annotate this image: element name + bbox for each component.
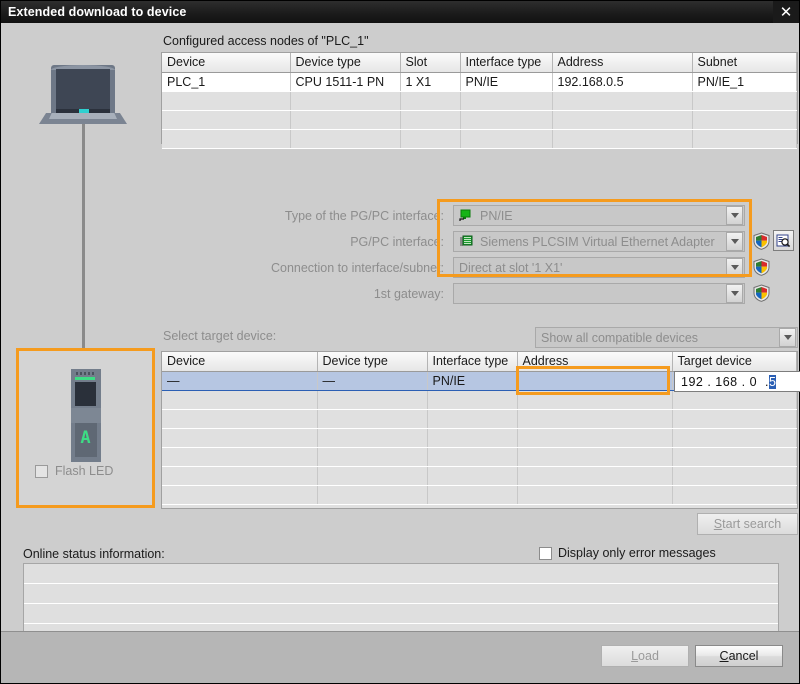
cell-device-type: CPU 1511-1 PN bbox=[290, 72, 400, 91]
column-header[interactable]: Device bbox=[162, 53, 290, 72]
cell-device: — bbox=[162, 371, 317, 390]
shield-icon bbox=[753, 284, 770, 302]
cell-subnet: PN/IE_1 bbox=[692, 72, 797, 91]
connection-cable bbox=[82, 124, 85, 366]
table-header-row: Device Device type Slot Interface type A… bbox=[162, 53, 797, 72]
status-message-row bbox=[24, 564, 778, 584]
table-row-empty bbox=[162, 409, 797, 428]
table-row[interactable]: PLC_1 CPU 1511-1 PN 1 X1 PN/IE 192.168.0… bbox=[162, 72, 797, 91]
dialog-footer: Load Cancel bbox=[1, 631, 799, 683]
pgpc-interface-combo[interactable]: Siemens PLCSIM Virtual Ethernet Adapter bbox=[453, 231, 745, 252]
column-header[interactable]: Device bbox=[162, 352, 317, 371]
select-target-device-caption: Select target device: bbox=[163, 329, 276, 343]
table-row-empty bbox=[162, 390, 797, 409]
target-device-panel: A Flash LED bbox=[16, 348, 155, 508]
connection-subnet-value: Direct at slot '1 X1' bbox=[454, 261, 726, 275]
flash-led-row[interactable]: Flash LED bbox=[35, 464, 113, 478]
table-row-empty bbox=[162, 91, 797, 110]
shield-icon bbox=[753, 258, 770, 276]
ip-octet-3[interactable]: 0 bbox=[750, 375, 757, 389]
display-only-errors-row[interactable]: Display only error messages bbox=[539, 546, 716, 560]
network-plug-icon bbox=[457, 209, 475, 222]
access-nodes-caption: Configured access nodes of "PLC_1" bbox=[163, 34, 369, 48]
load-button[interactable]: Load bbox=[601, 645, 689, 667]
ip-address-input[interactable]: 192 . 168 . 0 . 5 bbox=[674, 371, 800, 392]
flash-led-checkbox[interactable] bbox=[35, 465, 48, 478]
table-header-row: Device Device type Interface type Addres… bbox=[162, 352, 797, 371]
status-message-row bbox=[24, 584, 778, 604]
column-header[interactable]: Address bbox=[517, 352, 672, 371]
access-nodes-table: Device Device type Slot Interface type A… bbox=[161, 52, 798, 144]
close-icon[interactable]: ✕ bbox=[773, 1, 799, 23]
cancel-button[interactable]: Cancel bbox=[695, 645, 783, 667]
plc-module-icon: A bbox=[71, 369, 101, 462]
online-status-caption: Online status information: bbox=[23, 547, 165, 561]
dialog-body: A Flash LED Configured access nodes of "… bbox=[1, 23, 799, 631]
display-only-errors-checkbox[interactable] bbox=[539, 547, 552, 560]
column-header[interactable]: Slot bbox=[400, 53, 460, 72]
pgpc-interface-label: PG/PC interface: bbox=[156, 231, 444, 253]
table-row-empty bbox=[162, 466, 797, 485]
connection-subnet-combo[interactable]: Direct at slot '1 X1' bbox=[453, 257, 745, 278]
device-filter-combo[interactable]: Show all compatible devices bbox=[535, 327, 798, 348]
load-label: Load bbox=[631, 649, 659, 663]
type-pgpc-interface-value: PN/IE bbox=[475, 209, 726, 223]
ip-octet-4[interactable]: 5 bbox=[769, 375, 776, 389]
column-header[interactable]: Subnet bbox=[692, 53, 797, 72]
plc-display-digit: A bbox=[80, 427, 91, 449]
chevron-down-icon[interactable] bbox=[726, 284, 743, 303]
cancel-label: Cancel bbox=[720, 649, 759, 663]
cell-address: 192.168.0.5 bbox=[552, 72, 692, 91]
status-message-row bbox=[24, 604, 778, 624]
title-bar: Extended download to device ✕ bbox=[1, 1, 799, 23]
column-header[interactable]: Device type bbox=[290, 53, 400, 72]
table-row-empty bbox=[162, 485, 797, 504]
cell-device: PLC_1 bbox=[162, 72, 290, 91]
first-gateway-label: 1st gateway: bbox=[156, 283, 444, 305]
network-card-icon bbox=[457, 235, 475, 248]
chevron-down-icon[interactable] bbox=[726, 232, 743, 251]
column-header[interactable]: Device type bbox=[317, 352, 427, 371]
start-search-label: Start search bbox=[714, 517, 781, 531]
cell-device-type: — bbox=[317, 371, 427, 390]
cell-interface-type: PN/IE bbox=[460, 72, 552, 91]
shield-icon bbox=[753, 232, 770, 250]
chevron-down-icon[interactable] bbox=[726, 258, 743, 277]
search-properties-icon[interactable] bbox=[773, 230, 794, 251]
table-row-empty bbox=[162, 110, 797, 129]
table-row-empty bbox=[162, 447, 797, 466]
first-gateway-combo[interactable] bbox=[453, 283, 745, 304]
start-search-button[interactable]: Start search bbox=[697, 513, 798, 535]
cell-address[interactable] bbox=[517, 371, 672, 390]
cell-slot: 1 X1 bbox=[400, 72, 460, 91]
column-header[interactable]: Address bbox=[552, 53, 692, 72]
ip-octet-1[interactable]: 192 bbox=[681, 375, 703, 389]
pgpc-interface-value: Siemens PLCSIM Virtual Ethernet Adapter bbox=[475, 235, 726, 249]
column-header[interactable]: Target device bbox=[672, 352, 797, 371]
connection-subnet-label: Connection to interface/subnet: bbox=[156, 257, 444, 279]
display-only-errors-label: Display only error messages bbox=[558, 546, 716, 560]
extended-download-dialog: Extended download to device ✕ bbox=[0, 0, 800, 684]
connection-diagram: A Flash LED bbox=[1, 23, 156, 631]
type-pgpc-interface-label: Type of the PG/PC interface: bbox=[156, 205, 444, 227]
chevron-down-icon[interactable] bbox=[726, 206, 743, 225]
flash-led-label: Flash LED bbox=[55, 464, 113, 478]
type-pgpc-interface-combo[interactable]: PN/IE bbox=[453, 205, 745, 226]
cell-interface-type: PN/IE bbox=[427, 371, 517, 390]
laptop-icon bbox=[39, 65, 127, 127]
column-header[interactable]: Interface type bbox=[460, 53, 552, 72]
window-title: Extended download to device bbox=[8, 5, 186, 19]
device-filter-value: Show all compatible devices bbox=[536, 331, 779, 345]
column-header[interactable]: Interface type bbox=[427, 352, 517, 371]
table-row-empty bbox=[162, 129, 797, 148]
table-row-empty bbox=[162, 428, 797, 447]
chevron-down-icon[interactable] bbox=[779, 328, 796, 347]
content-area: Configured access nodes of "PLC_1" Devic… bbox=[156, 23, 799, 631]
ip-octet-2[interactable]: 168 bbox=[715, 375, 737, 389]
